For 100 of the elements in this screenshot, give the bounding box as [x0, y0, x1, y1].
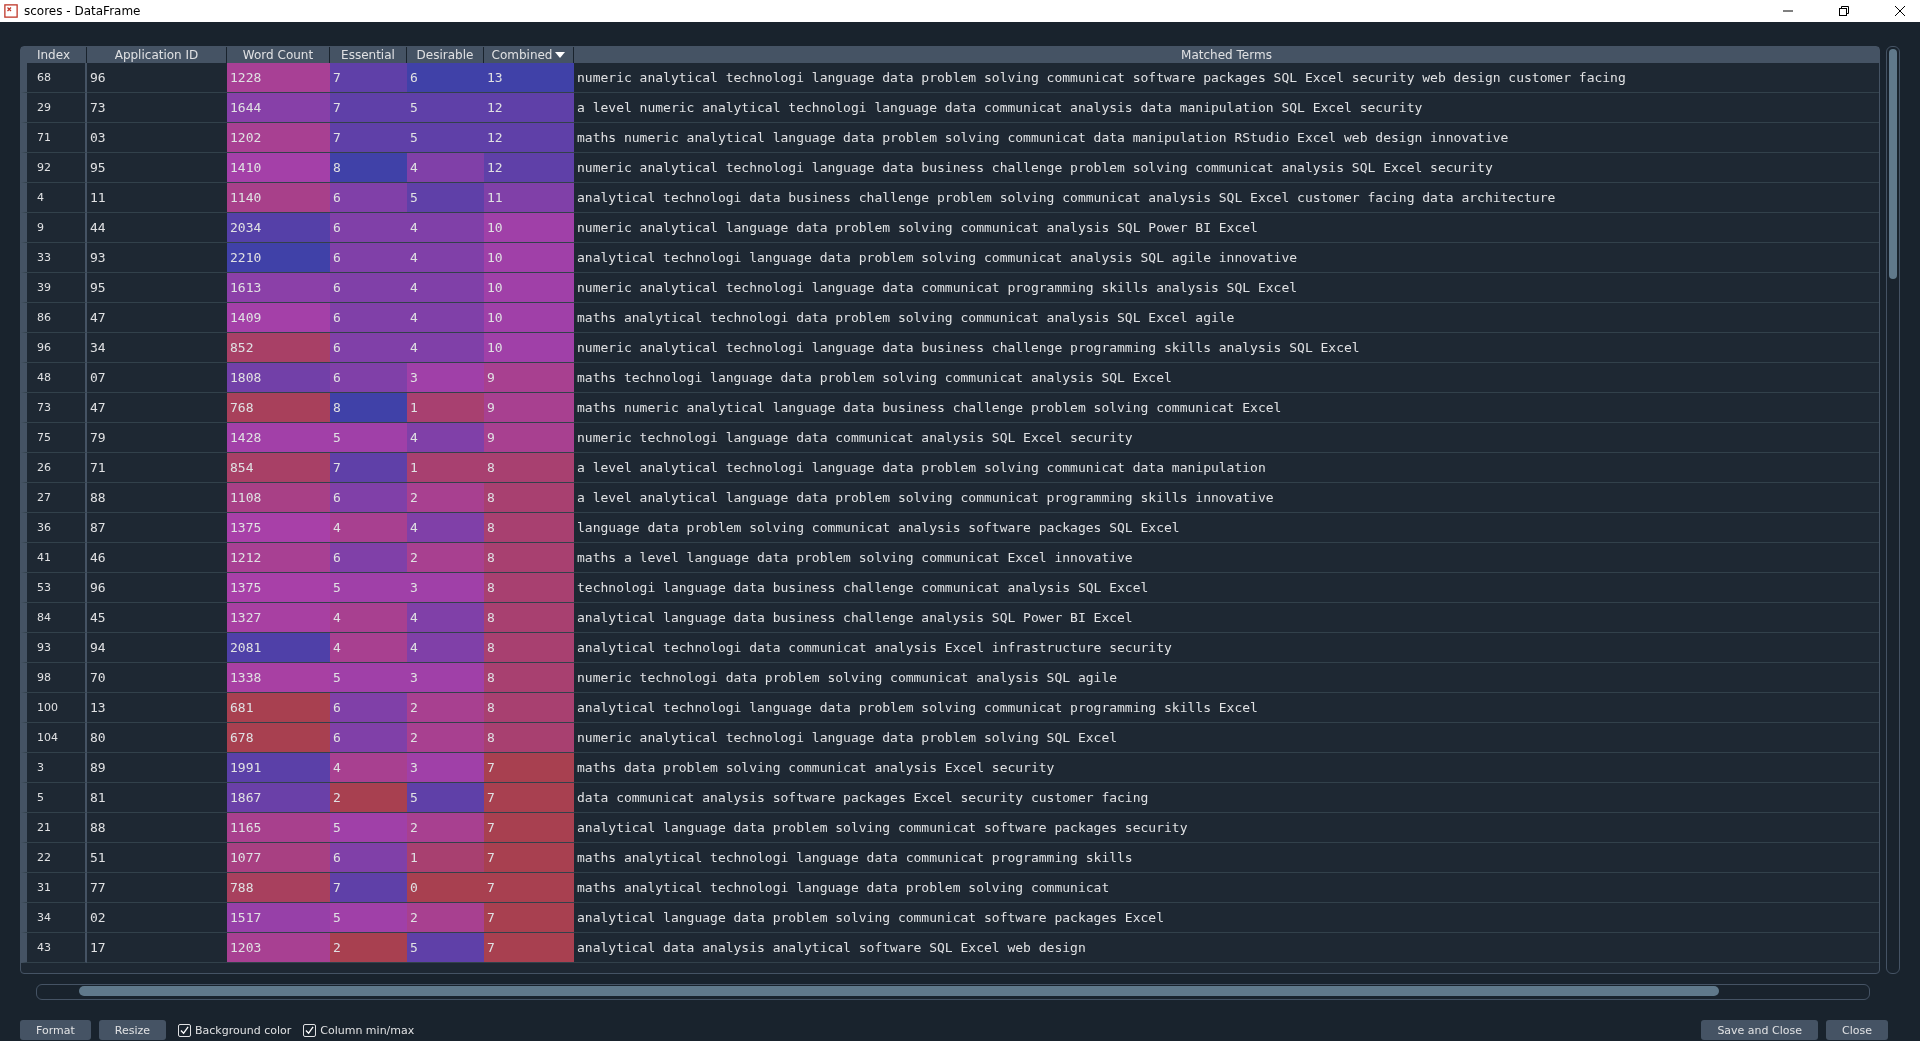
table-cell: 7 — [484, 933, 574, 963]
table-cell: maths analytical technologi data problem solving communicat analysis SQL Excel agile — [574, 303, 1879, 333]
column-header[interactable]: Index — [21, 47, 87, 63]
table-cell: maths technologi language data problem solving communicat analysis SQL Excel — [574, 363, 1879, 393]
table-cell: maths a level language data problem solving communicat Excel innovative — [574, 543, 1879, 573]
sort-descending-icon — [555, 52, 566, 58]
table-cell: 4 — [407, 603, 484, 633]
row-index[interactable]: 34 — [21, 903, 87, 933]
row-index[interactable]: 73 — [21, 393, 87, 423]
table-cell: 10 — [484, 273, 574, 303]
row-index[interactable]: 92 — [21, 153, 87, 183]
table-cell: 5 — [330, 663, 407, 693]
row-index[interactable]: 100 — [21, 693, 87, 723]
table-cell: 7 — [330, 123, 407, 153]
row-index[interactable]: 48 — [21, 363, 87, 393]
table-cell: 7 — [484, 903, 574, 933]
row-index[interactable]: 104 — [21, 723, 87, 753]
checkbox[interactable] — [178, 1023, 191, 1037]
table-cell: a level analytical technologi language data problem solving communicat data manipulation — [574, 453, 1879, 483]
table-cell: 2081 — [227, 633, 330, 663]
column-header[interactable]: Desirable — [407, 47, 484, 63]
table-cell: 8 — [484, 573, 574, 603]
table-cell: 6 — [330, 723, 407, 753]
table-cell: 1991 — [227, 753, 330, 783]
table-cell: 2 — [330, 933, 407, 963]
table-cell: 1375 — [227, 513, 330, 543]
row-index[interactable]: 3 — [21, 753, 87, 783]
table-cell: 1338 — [227, 663, 330, 693]
table-cell: 1 — [407, 393, 484, 423]
checkbox-label[interactable]: Background color — [195, 1023, 292, 1037]
toolbar-button[interactable]: Format — [20, 1020, 91, 1040]
row-index[interactable]: 68 — [21, 63, 87, 93]
table-cell: 12 — [484, 123, 574, 153]
table-cell: 3 — [407, 753, 484, 783]
row-index[interactable]: 86 — [21, 303, 87, 333]
toolbar-button[interactable]: Resize — [98, 1020, 166, 1040]
row-index[interactable]: 71 — [21, 123, 87, 153]
table-cell: 10 — [484, 333, 574, 363]
checkbox[interactable] — [303, 1023, 317, 1037]
column-header[interactable]: Essential — [330, 47, 407, 63]
table-cell: 8 — [330, 153, 407, 183]
table-cell: 4 — [407, 423, 484, 453]
row-index[interactable]: 36 — [21, 513, 87, 543]
table-cell: 5 — [330, 903, 407, 933]
table-cell: technologi language data business challenge communicat analysis SQL Excel — [574, 573, 1879, 603]
table-cell: 5 — [407, 183, 484, 213]
row-index[interactable]: 75 — [21, 423, 87, 453]
row-index[interactable]: 5 — [21, 783, 87, 813]
table-cell: 6 — [330, 363, 407, 393]
checkbox-label[interactable]: Column min/max — [320, 1023, 415, 1037]
table-cell: 4 — [407, 153, 484, 183]
row-index[interactable]: 33 — [21, 243, 87, 273]
dialog-button[interactable]: Save and Close — [1701, 1020, 1819, 1040]
table-cell: 4 — [407, 633, 484, 663]
row-index[interactable]: 26 — [21, 453, 87, 483]
table-cell: numeric analytical technologi language data problem solving communicat software packages SQL Excel security web design customer facing — [574, 63, 1879, 93]
window-title: scores - DataFrame — [24, 4, 141, 18]
table-cell: maths data problem solving communicat analysis Excel security — [574, 753, 1879, 783]
row-index[interactable]: 4 — [21, 183, 87, 213]
table-cell: a level numeric analytical technologi language data communicat analysis data manipulation SQL Excel security — [574, 93, 1879, 123]
row-index[interactable]: 96 — [21, 333, 87, 363]
dialog-button[interactable]: Close — [1826, 1020, 1888, 1040]
row-index[interactable]: 27 — [21, 483, 87, 513]
row-index[interactable]: 53 — [21, 573, 87, 603]
vertical-scrollbar[interactable] — [1886, 46, 1900, 974]
row-index[interactable]: 22 — [21, 843, 87, 873]
table-cell: 4 — [407, 303, 484, 333]
table-cell: 6 — [330, 243, 407, 273]
table-cell: 1644 — [227, 93, 330, 123]
table-cell: 8 — [484, 483, 574, 513]
table-cell: 7 — [330, 63, 407, 93]
table-cell: 788 — [227, 873, 330, 903]
row-index[interactable]: 41 — [21, 543, 87, 573]
close-icon[interactable] — [1894, 5, 1906, 17]
row-index[interactable]: 9 — [21, 213, 87, 243]
row-index[interactable]: 31 — [21, 873, 87, 903]
column-header[interactable]: Combined — [484, 47, 574, 63]
row-index[interactable]: 98 — [21, 663, 87, 693]
table-cell: 4 — [330, 633, 407, 663]
table-cell: 4 — [407, 513, 484, 543]
table-cell: 2 — [407, 693, 484, 723]
restore-icon[interactable] — [1838, 5, 1850, 17]
table-cell: 681 — [227, 693, 330, 723]
row-index[interactable]: 39 — [21, 273, 87, 303]
row-index[interactable]: 93 — [21, 633, 87, 663]
column-header[interactable]: Word Count — [227, 47, 330, 63]
column-header[interactable]: Application ID — [87, 47, 227, 63]
table-cell: 13 — [484, 63, 574, 93]
table-cell: 4 — [330, 513, 407, 543]
row-index[interactable]: 84 — [21, 603, 87, 633]
row-index[interactable]: 21 — [21, 813, 87, 843]
table-cell: 1409 — [227, 303, 330, 333]
row-index[interactable]: 29 — [21, 93, 87, 123]
table-cell: 10 — [484, 243, 574, 273]
table-cell: 8 — [484, 633, 574, 663]
column-header[interactable]: Matched Terms — [574, 47, 1879, 63]
row-index[interactable]: 43 — [21, 933, 87, 963]
horizontal-scrollbar[interactable] — [36, 984, 1870, 1000]
table-cell: maths analytical technologi language data problem solving communicat — [574, 873, 1879, 903]
table-cell: 5 — [330, 573, 407, 603]
